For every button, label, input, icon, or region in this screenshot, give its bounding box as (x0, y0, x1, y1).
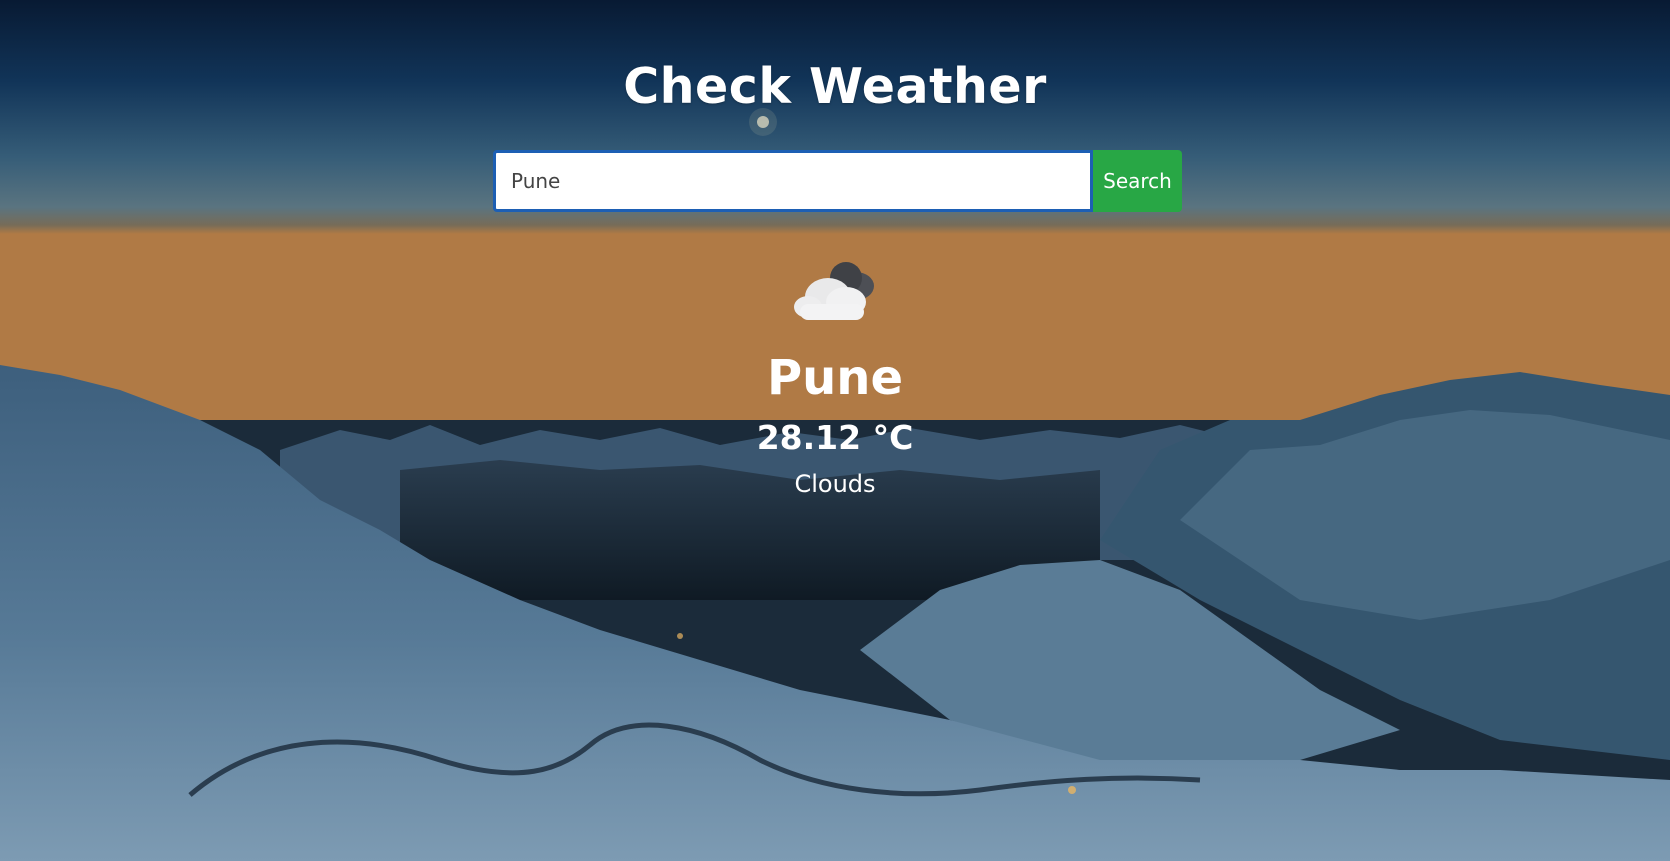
city-name: Pune (766, 350, 904, 406)
search-form: Search (493, 150, 1182, 212)
clouds-icon (794, 262, 874, 320)
weather-condition: Clouds (794, 470, 876, 498)
city-search-input[interactable] (493, 150, 1093, 212)
search-button[interactable]: Search (1093, 150, 1182, 212)
weather-page: Check Weather Search Pune 28.12 °C Cloud… (0, 0, 1670, 861)
page-title: Check Weather (623, 58, 1047, 115)
temperature-value: 28.12 °C (756, 418, 914, 457)
